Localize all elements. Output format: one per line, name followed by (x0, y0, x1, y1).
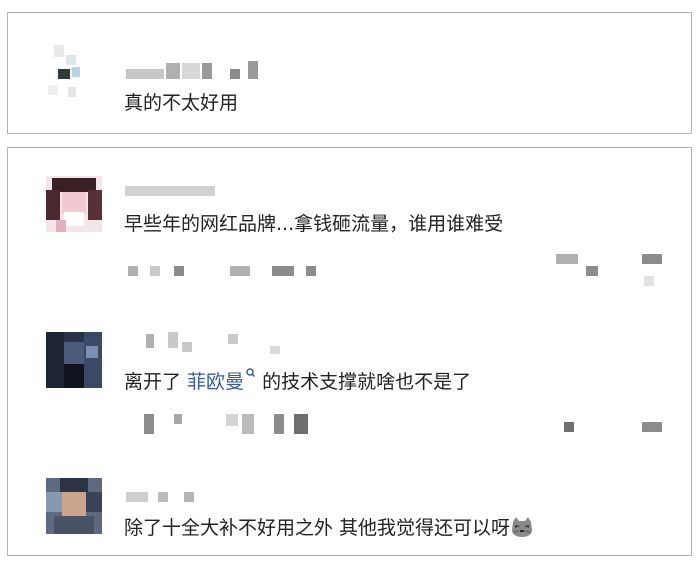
comment-text: 真的不太好用 (124, 92, 239, 114)
meta-blur (174, 414, 182, 424)
meta-blur (230, 266, 250, 276)
meta-blur (242, 414, 254, 434)
username-blur (158, 492, 168, 502)
reply-blur[interactable] (556, 254, 578, 264)
meta-blur (150, 266, 160, 276)
meta-blur (294, 414, 308, 434)
comment-text: 早些年的网红品牌...拿钱砸流量，谁用谁难受 (124, 213, 504, 235)
meta-blur (144, 414, 154, 434)
meta-blur (128, 266, 138, 276)
meta-blur (174, 266, 184, 276)
username-blur (182, 342, 192, 352)
search-icon (246, 368, 256, 378)
cat-face-icon (512, 517, 533, 537)
username-blur (125, 186, 215, 196)
username-blur (270, 346, 280, 354)
meta-blur (274, 414, 284, 434)
username-blur (248, 61, 258, 79)
meta-blur (306, 266, 316, 276)
mention-link[interactable]: 菲欧曼 (187, 368, 256, 393)
avatar[interactable] (46, 478, 102, 534)
avatar[interactable] (46, 332, 102, 388)
like-blur[interactable] (642, 254, 662, 264)
username-blur (228, 334, 238, 344)
reply-blur[interactable] (564, 422, 574, 432)
username-blur (202, 63, 212, 79)
comment-text: 离开了 菲欧曼 的技术支撑就啥也不是了 (124, 368, 471, 394)
comment-panel-top: 真的不太好用 (7, 12, 692, 134)
meta-blur (226, 414, 238, 426)
comment-panel-list: 早些年的网红品牌...拿钱砸流量，谁用谁难受 离开了 菲欧曼 的技术支撑就啥也不… (7, 147, 692, 556)
username-blur (168, 332, 178, 348)
username-blur (126, 492, 148, 502)
username-blur (184, 492, 194, 502)
meta-blur (272, 266, 294, 276)
avatar[interactable] (46, 176, 102, 232)
comment-text: 除了十全大补不好用之外 其他我觉得还可以呀 (124, 516, 534, 540)
like-blur[interactable] (642, 422, 662, 432)
avatar[interactable] (44, 45, 100, 101)
username-blur (230, 69, 240, 79)
username-blur (126, 69, 164, 79)
like-blur (644, 276, 654, 286)
username-blur (146, 334, 154, 348)
username-blur (166, 63, 180, 79)
username-blur (182, 63, 200, 79)
reply-blur[interactable] (586, 266, 598, 276)
